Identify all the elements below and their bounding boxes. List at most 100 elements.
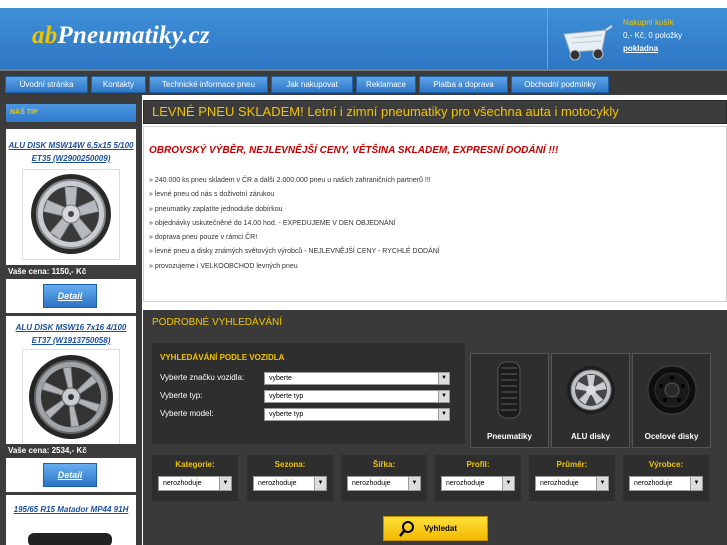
filter-category: Kategorie: nerozhoduje ▼	[152, 455, 238, 501]
cart-checkout-link[interactable]: pokladna	[623, 44, 658, 53]
select-value: vyberte	[269, 375, 292, 382]
site-logo[interactable]: abPneumatiky.cz	[32, 22, 210, 50]
list-item: » levné pneu od nás s doživotní zárukou	[149, 191, 275, 199]
filter-label: Výrobce:	[648, 460, 684, 469]
filter-profile-select[interactable]: nerozhoduje ▼	[441, 476, 515, 491]
main-nav: Úvodní stránka Kontakty Technické inform…	[0, 69, 727, 95]
category-label: Pneumatiky	[487, 432, 532, 441]
search-button[interactable]: Vyhledat	[383, 516, 488, 541]
select-value: nerozhoduje	[352, 480, 391, 487]
chevron-down-icon: ▼	[502, 477, 514, 490]
select-value: vyberte typ	[269, 393, 304, 400]
product-price: Vaše cena: 2534,- Kč	[6, 444, 136, 458]
filter-season-select[interactable]: nerozhoduje ▼	[253, 476, 327, 491]
chevron-down-icon: ▼	[690, 477, 702, 490]
filter-label: Šířka:	[372, 460, 396, 469]
nav-item-home[interactable]: Úvodní stránka	[5, 76, 88, 93]
product-detail-button[interactable]: Detail	[43, 284, 97, 308]
alloy-wheel-icon	[567, 366, 615, 414]
alloy-wheel-icon	[31, 174, 111, 254]
promo-banner: LEVNÉ PNEU SKLADEM! Letní i zimní pneuma…	[143, 100, 727, 124]
nav-item-contacts[interactable]: Kontakty	[91, 76, 146, 93]
filter-diameter: Průměr: nerozhoduje ▼	[529, 455, 615, 501]
filter-diameter-select[interactable]: nerozhoduje ▼	[535, 476, 609, 491]
nav-item-complaints[interactable]: Reklamace	[356, 76, 416, 93]
page: abPneumatiky.cz Nakupní košík 0,- Kč, 0 …	[0, 0, 727, 545]
filter-manufacturer-select[interactable]: nerozhoduje ▼	[629, 476, 703, 491]
vehicle-search: VYHLEDÁVÁNÍ PODLE VOZIDLA Vyberte značku…	[152, 343, 465, 444]
info-headline: OBROVSKÝ VÝBĚR, NEJLEVNĚJŠÍ CENY, VĚTŠIN…	[149, 145, 559, 156]
product-card: ALU DISK MSW16 7x16 4/100 ET37 (W1913750…	[6, 316, 136, 492]
select-value: nerozhoduje	[258, 480, 297, 487]
product-card: ALU DISK MSW14W 6,5x15 5/100 ET35 (W2900…	[6, 129, 136, 313]
filter-label: Sezona:	[274, 460, 306, 469]
product-card: 195/65 R15 Matador MP44 91H	[6, 495, 136, 545]
cart-title: Nakupní košík	[623, 18, 674, 27]
nav-item-payment[interactable]: Platba a doprava	[419, 76, 508, 93]
chevron-down-icon: ▼	[596, 477, 608, 490]
cart-box: Nakupní košík 0,- Kč, 0 položky pokladna	[547, 8, 727, 69]
search-title: PODROBNÉ VYHLEDÁVÁNÍ	[152, 317, 283, 328]
product-image[interactable]	[22, 349, 120, 445]
category-steel-wheels[interactable]: Ocelové disky	[632, 353, 711, 448]
filter-width-select[interactable]: nerozhoduje ▼	[347, 476, 421, 491]
chevron-down-icon: ▼	[438, 391, 449, 402]
sidebar: NÁŠ TIP ALU DISK MSW14W 6,5x15 5/100 ET3…	[0, 95, 142, 545]
chevron-down-icon: ▼	[408, 477, 420, 490]
product-title[interactable]: ALU DISK MSW14W 6,5x15 5/100 ET35 (W2900…	[6, 139, 136, 165]
product-price: Vaše cena: 1150,- Kč	[6, 265, 136, 279]
benefits-list: » 240.000 ks pneu skladem v ČR a další 2…	[149, 174, 440, 274]
list-item: » doprava pneu pouze v rámci ČR!	[149, 234, 258, 242]
list-item: » levné pneu a disky známých světových v…	[149, 248, 440, 256]
select-value: nerozhoduje	[634, 480, 673, 487]
filter-manufacturer: Výrobce: nerozhoduje ▼	[623, 455, 709, 501]
product-image[interactable]	[22, 169, 120, 260]
filter-season: Sezona: nerozhoduje ▼	[247, 455, 333, 501]
steel-wheel-icon	[647, 365, 697, 415]
vehicle-type-label: Vyberte typ:	[160, 391, 203, 400]
logo-tld: .cz	[182, 22, 210, 49]
filter-width: Šířka: nerozhoduje ▼	[341, 455, 427, 501]
tip-heading: NÁŠ TIP	[6, 104, 136, 122]
vehicle-model-select[interactable]: vyberte typ ▼	[264, 408, 450, 421]
filter-category-select[interactable]: nerozhoduje ▼	[158, 476, 232, 491]
list-item: » 240.000 ks pneu skladem v ČR a další 2…	[149, 177, 431, 184]
vehicle-brand-select[interactable]: vyberte ▼	[264, 372, 450, 385]
search-icon	[399, 521, 414, 537]
cart-summary: 0,- Kč, 0 položky	[623, 31, 683, 40]
product-title[interactable]: 195/65 R15 Matador MP44 91H	[6, 503, 136, 516]
nav-item-tech-info[interactable]: Technické informace pneu	[149, 76, 268, 93]
product-detail-button[interactable]: Detail	[43, 463, 97, 487]
select-value: nerozhoduje	[540, 480, 579, 487]
select-value: nerozhoduje	[163, 480, 202, 487]
header: abPneumatiky.cz Nakupní košík 0,- Kč, 0 …	[0, 8, 727, 69]
tire-icon	[497, 361, 521, 419]
cart-icon[interactable]	[558, 22, 614, 62]
list-item: » provozujeme i VELKOOBCHOD levných pneu	[149, 262, 298, 270]
nav-item-how-to-buy[interactable]: Jak nakupovat	[271, 76, 353, 93]
search-button-label: Vyhledat	[424, 524, 458, 533]
filter-label: Průměr:	[556, 460, 588, 469]
list-item: » objednávky uskutečněné do 14.00 hod. -…	[149, 219, 396, 227]
select-value: vyberte typ	[269, 411, 304, 418]
vehicle-brand-label: Vyberte značku vozidla:	[160, 373, 245, 382]
logo-main: Pneumatiky	[57, 22, 183, 49]
info-panel: OBROVSKÝ VÝBĚR, NEJLEVNĚJŠÍ CENY, VĚTŠIN…	[143, 126, 727, 302]
nav-item-terms[interactable]: Obchodní podmínky	[511, 76, 609, 93]
chevron-down-icon: ▼	[438, 373, 449, 384]
category-tires[interactable]: Pneumatiky	[470, 353, 549, 448]
category-alloy-wheels[interactable]: ALU disky	[551, 353, 630, 448]
product-title[interactable]: ALU DISK MSW16 7x16 4/100 ET37 (W1913750…	[6, 321, 136, 347]
vehicle-type-select[interactable]: vyberte typ ▼	[264, 390, 450, 403]
tire-icon	[28, 533, 112, 545]
product-image[interactable]	[22, 531, 120, 545]
category-label: ALU disky	[570, 432, 611, 441]
alloy-wheel-icon	[29, 355, 113, 439]
chevron-down-icon: ▼	[438, 409, 449, 420]
select-value: nerozhoduje	[446, 480, 485, 487]
chevron-down-icon: ▼	[219, 477, 231, 490]
filter-label: Kategorie:	[175, 460, 215, 469]
list-item: » pneumatiky zaplatíte jednoduše dobírko…	[149, 205, 283, 213]
vehicle-search-title: VYHLEDÁVÁNÍ PODLE VOZIDLA	[160, 353, 285, 362]
filter-label: Profil:	[466, 460, 490, 469]
